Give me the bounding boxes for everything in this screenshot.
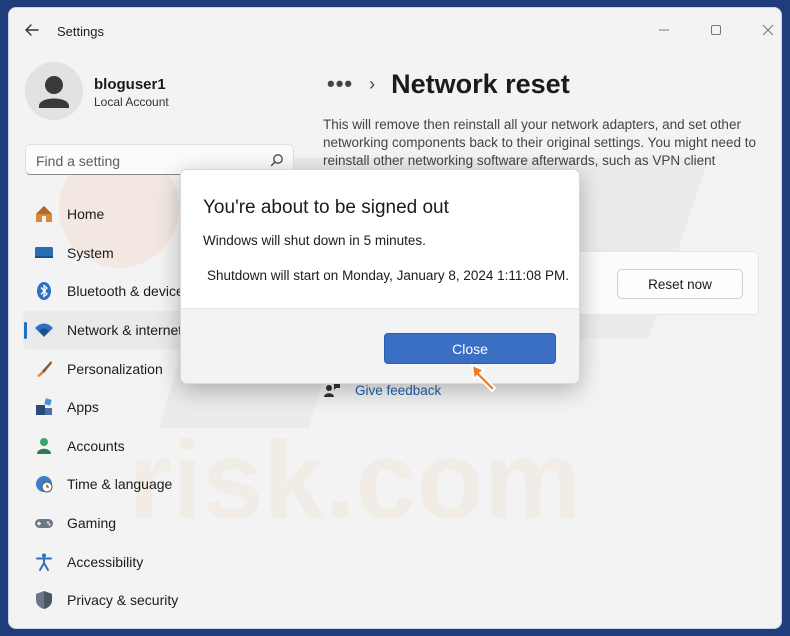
reset-now-button[interactable]: Reset now <box>617 269 743 299</box>
system-icon <box>33 242 55 264</box>
app-title: Settings <box>57 24 104 39</box>
breadcrumb: ••• › Network reset <box>327 66 570 102</box>
account-name: bloguser1 <box>94 76 166 93</box>
sidebar-item-gaming[interactable]: Gaming <box>23 504 293 543</box>
close-icon <box>762 24 774 36</box>
minimize-icon <box>659 29 669 31</box>
title-bar: Settings <box>9 8 781 54</box>
sidebar-item-label: Apps <box>67 399 99 416</box>
globe-clock-icon <box>33 473 55 495</box>
dialog-footer: Close <box>181 308 579 383</box>
user-avatar-icon <box>39 76 69 108</box>
page-title: Network reset <box>391 68 570 99</box>
sidebar-item-time-language[interactable]: Time & language <box>23 465 293 504</box>
close-window-button[interactable] <box>753 16 781 44</box>
search-icon <box>270 154 283 167</box>
sidebar-item-privacy-security[interactable]: Privacy & security <box>23 581 293 620</box>
back-arrow-icon[interactable] <box>23 21 41 39</box>
sidebar-item-label: Bluetooth & devices <box>67 283 191 300</box>
bluetooth-icon <box>33 280 55 302</box>
dialog-title: You're about to be signed out <box>203 197 449 218</box>
gamepad-icon <box>33 512 55 534</box>
dialog-body: You're about to be signed out Windows wi… <box>181 170 579 308</box>
shield-icon <box>33 589 55 611</box>
sidebar-item-label: Accounts <box>67 437 125 454</box>
account-section[interactable]: bloguser1 Local Account <box>25 62 295 132</box>
avatar <box>25 62 83 120</box>
sidebar-item-apps[interactable]: Apps <box>23 388 293 427</box>
home-icon <box>33 203 55 225</box>
sidebar-item-label: Time & language <box>67 476 173 493</box>
breadcrumb-more-button[interactable]: ••• <box>327 71 353 97</box>
dialog-message: Windows will shut down in 5 minutes. <box>203 233 426 248</box>
sidebar-item-label: Home <box>67 206 105 223</box>
give-feedback-label: Give feedback <box>355 382 442 398</box>
brush-icon <box>33 358 55 380</box>
sidebar-item-label: Network & internet <box>67 322 183 339</box>
sidebar-item-label: System <box>67 244 114 261</box>
apps-icon <box>33 396 55 418</box>
dialog-shutdown-info: Shutdown will start on Monday, January 8… <box>207 268 569 283</box>
sidebar-item-label: Personalization <box>67 360 163 377</box>
maximize-icon <box>711 25 721 35</box>
search-placeholder: Find a setting <box>36 153 121 169</box>
pointer-arrow-icon <box>471 364 496 392</box>
accessibility-icon <box>33 551 55 573</box>
account-type: Local Account <box>94 95 169 109</box>
sidebar-item-accounts[interactable]: Accounts <box>23 427 293 466</box>
sidebar-item-label: Privacy & security <box>67 592 179 609</box>
sign-out-dialog: You're about to be signed out Windows wi… <box>180 169 580 384</box>
sidebar-item-label: Accessibility <box>67 553 144 570</box>
active-indicator <box>24 321 27 339</box>
close-button[interactable]: Close <box>384 333 556 364</box>
chevron-right-icon: › <box>369 73 376 94</box>
sidebar-item-accessibility[interactable]: Accessibility <box>23 542 293 581</box>
maximize-button[interactable] <box>701 16 731 44</box>
minimize-button[interactable] <box>649 16 679 44</box>
accounts-icon <box>33 435 55 457</box>
page-description: This will remove then reinstall all your… <box>323 117 757 168</box>
sidebar-item-label: Gaming <box>67 515 117 532</box>
wifi-icon <box>33 319 55 341</box>
